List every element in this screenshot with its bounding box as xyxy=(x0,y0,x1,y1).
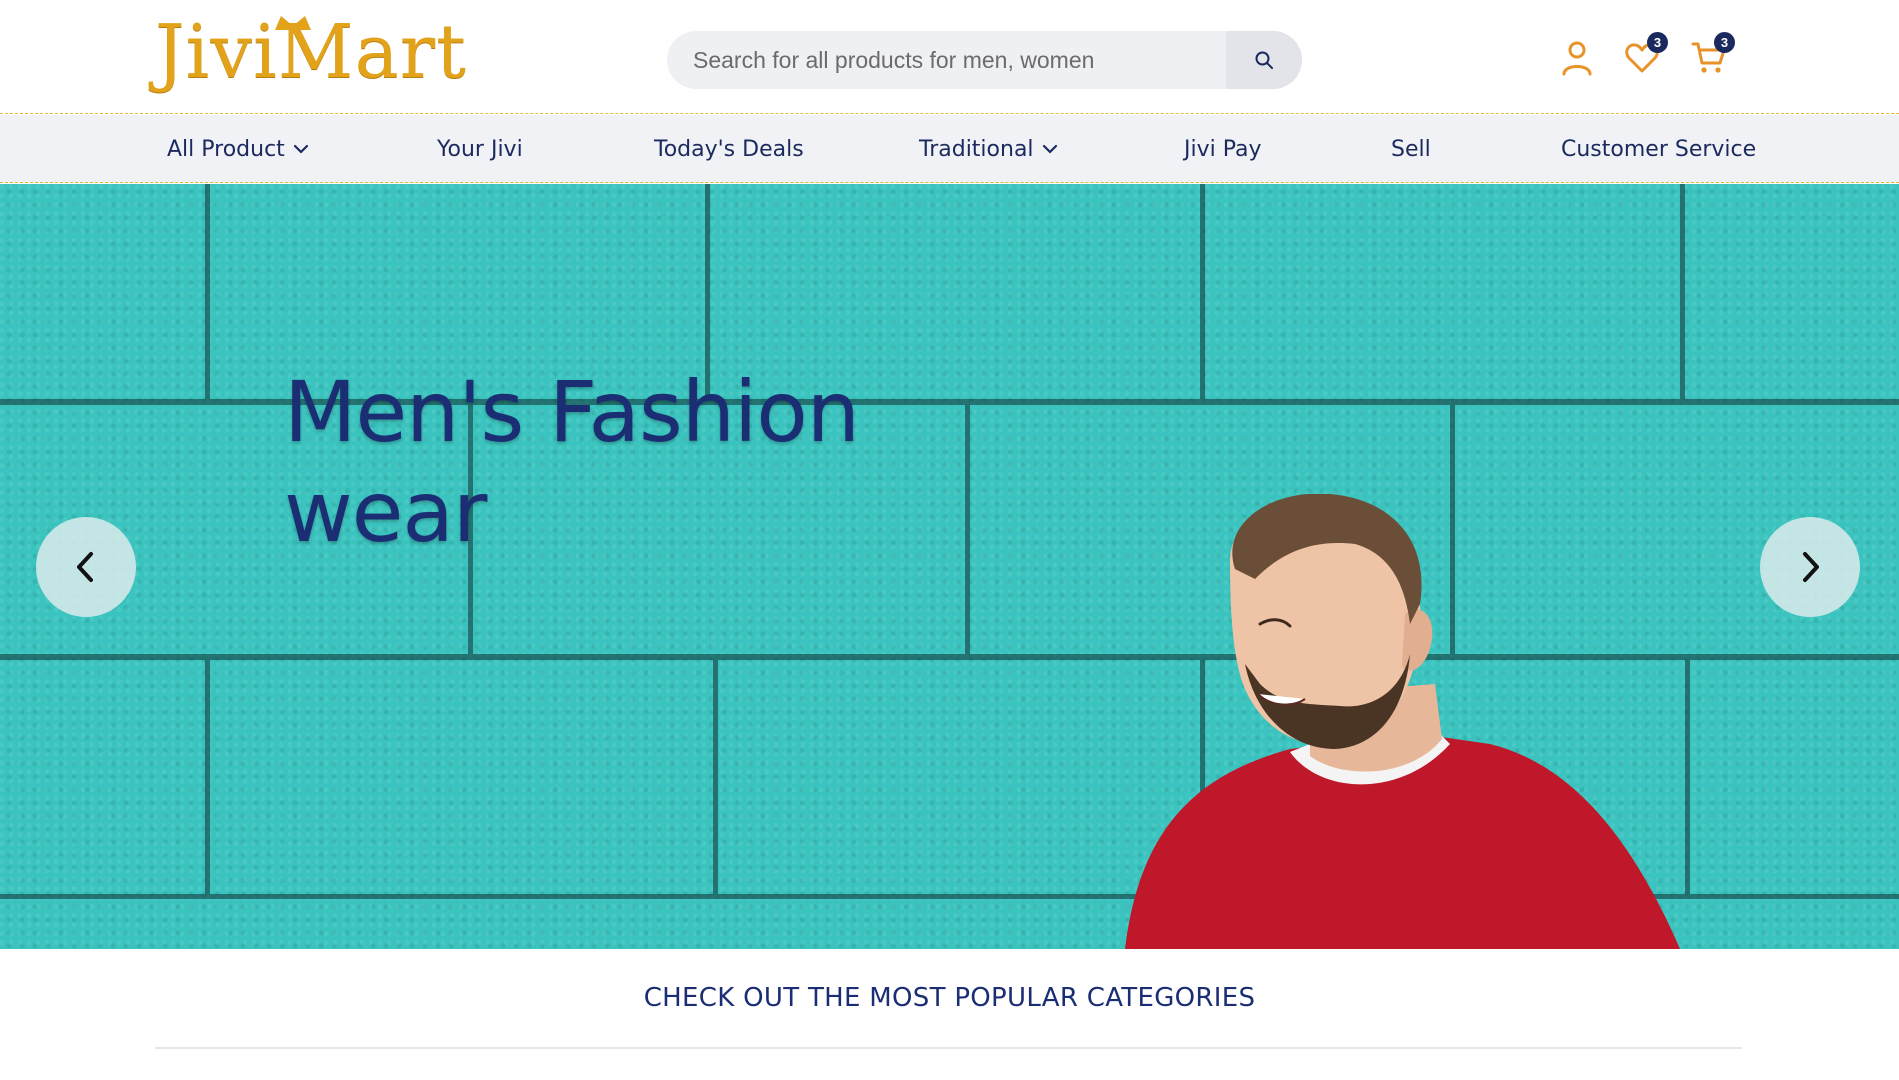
hero-banner[interactable]: Men's Fashion wear xyxy=(0,184,1899,949)
search-icon xyxy=(1255,51,1273,69)
nav-item-all-product[interactable]: All Product xyxy=(167,115,309,183)
nav-item-label: Jivi Pay xyxy=(1184,136,1262,162)
nav-item-todays-deals[interactable]: Today's Deals xyxy=(654,115,804,183)
brick-mortar-line xyxy=(713,660,718,894)
chevron-down-icon xyxy=(1042,144,1058,154)
hero-prev-button[interactable] xyxy=(36,517,136,617)
nav-item-your-jivi[interactable]: Your Jivi xyxy=(437,115,523,183)
nav-item-sell[interactable]: Sell xyxy=(1391,115,1431,183)
nav-item-label: Today's Deals xyxy=(654,136,804,162)
main-nav: All Product Your Jivi Today's Deals Trad… xyxy=(0,115,1899,183)
wishlist-button[interactable]: 3 xyxy=(1622,32,1668,78)
chevron-down-icon xyxy=(293,144,309,154)
hero-title: Men's Fashion wear xyxy=(284,362,904,562)
nav-item-jivi-pay[interactable]: Jivi Pay xyxy=(1184,115,1262,183)
hero-title-line2: wear xyxy=(284,463,487,561)
account-button[interactable] xyxy=(1557,38,1597,78)
search-bar xyxy=(667,31,1302,89)
nav-item-customer-service[interactable]: Customer Service xyxy=(1561,115,1756,183)
chevron-right-icon xyxy=(1803,552,1819,582)
nav-item-label: All Product xyxy=(167,136,285,162)
logo[interactable]: JiviMart xyxy=(155,8,467,96)
site-header: JiviMart 3 xyxy=(0,0,1899,114)
section-divider xyxy=(155,1047,1742,1049)
brick-mortar-line xyxy=(205,660,210,894)
brick-mortar-line xyxy=(1680,184,1685,399)
nav-item-label: Sell xyxy=(1391,136,1431,162)
wishlist-count-badge: 3 xyxy=(1647,32,1668,53)
user-icon xyxy=(1562,41,1592,76)
nav-item-label: Your Jivi xyxy=(437,136,523,162)
cart-count-badge: 3 xyxy=(1714,32,1735,53)
nav-item-label: Customer Service xyxy=(1561,136,1757,162)
hero-model-image xyxy=(1125,494,1680,949)
hero-title-line1: Men's Fashion xyxy=(284,363,860,461)
brick-mortar-line xyxy=(205,184,210,399)
brick-mortar-line xyxy=(965,405,970,654)
search-button[interactable] xyxy=(1226,31,1302,89)
nav-item-label: Traditional xyxy=(919,136,1034,162)
brick-mortar-line xyxy=(1200,184,1205,399)
logo-crown-icon xyxy=(275,16,311,30)
hero-next-button[interactable] xyxy=(1760,517,1860,617)
search-input[interactable] xyxy=(667,31,1225,89)
popular-categories-heading: CHECK OUT THE MOST POPULAR CATEGORIES xyxy=(643,983,1256,1013)
page: JiviMart 3 xyxy=(0,0,1899,1080)
cart-button[interactable]: 3 xyxy=(1689,32,1735,78)
nav-item-traditional[interactable]: Traditional xyxy=(919,115,1058,183)
chevron-left-icon xyxy=(77,552,93,582)
